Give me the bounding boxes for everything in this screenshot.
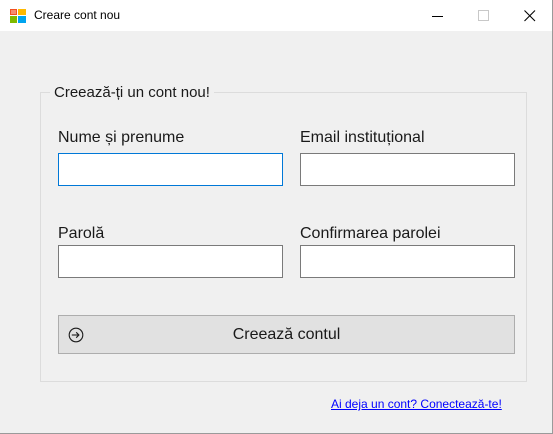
create-account-button[interactable]: Creează contul xyxy=(58,315,515,354)
login-link[interactable]: Ai deja un cont? Conectează-te! xyxy=(331,397,502,411)
windows-form-icon xyxy=(10,9,26,23)
maximize-button[interactable] xyxy=(460,0,506,31)
password-label: Parolă xyxy=(58,225,105,242)
email-input[interactable] xyxy=(300,153,515,186)
create-account-label: Creează contul xyxy=(232,326,341,343)
close-icon xyxy=(524,10,536,22)
minimize-icon xyxy=(432,16,443,17)
email-label: Email instituțional xyxy=(300,129,425,146)
app-window: Creare cont nou Creează-ți un cont nou! … xyxy=(0,0,553,434)
groupbox-title: Creează-ți un cont nou! xyxy=(50,84,214,101)
window-title: Creare cont nou xyxy=(34,8,121,22)
title-bar[interactable]: Creare cont nou xyxy=(0,0,552,31)
close-button[interactable] xyxy=(506,0,552,31)
full-name-input[interactable] xyxy=(58,153,283,186)
minimize-button[interactable] xyxy=(414,0,460,31)
maximize-icon xyxy=(478,10,489,21)
full-name-label: Nume și prenume xyxy=(58,129,185,146)
confirm-password-input[interactable] xyxy=(300,245,515,278)
confirm-password-label: Confirmarea parolei xyxy=(300,225,441,242)
password-input[interactable] xyxy=(58,245,283,278)
